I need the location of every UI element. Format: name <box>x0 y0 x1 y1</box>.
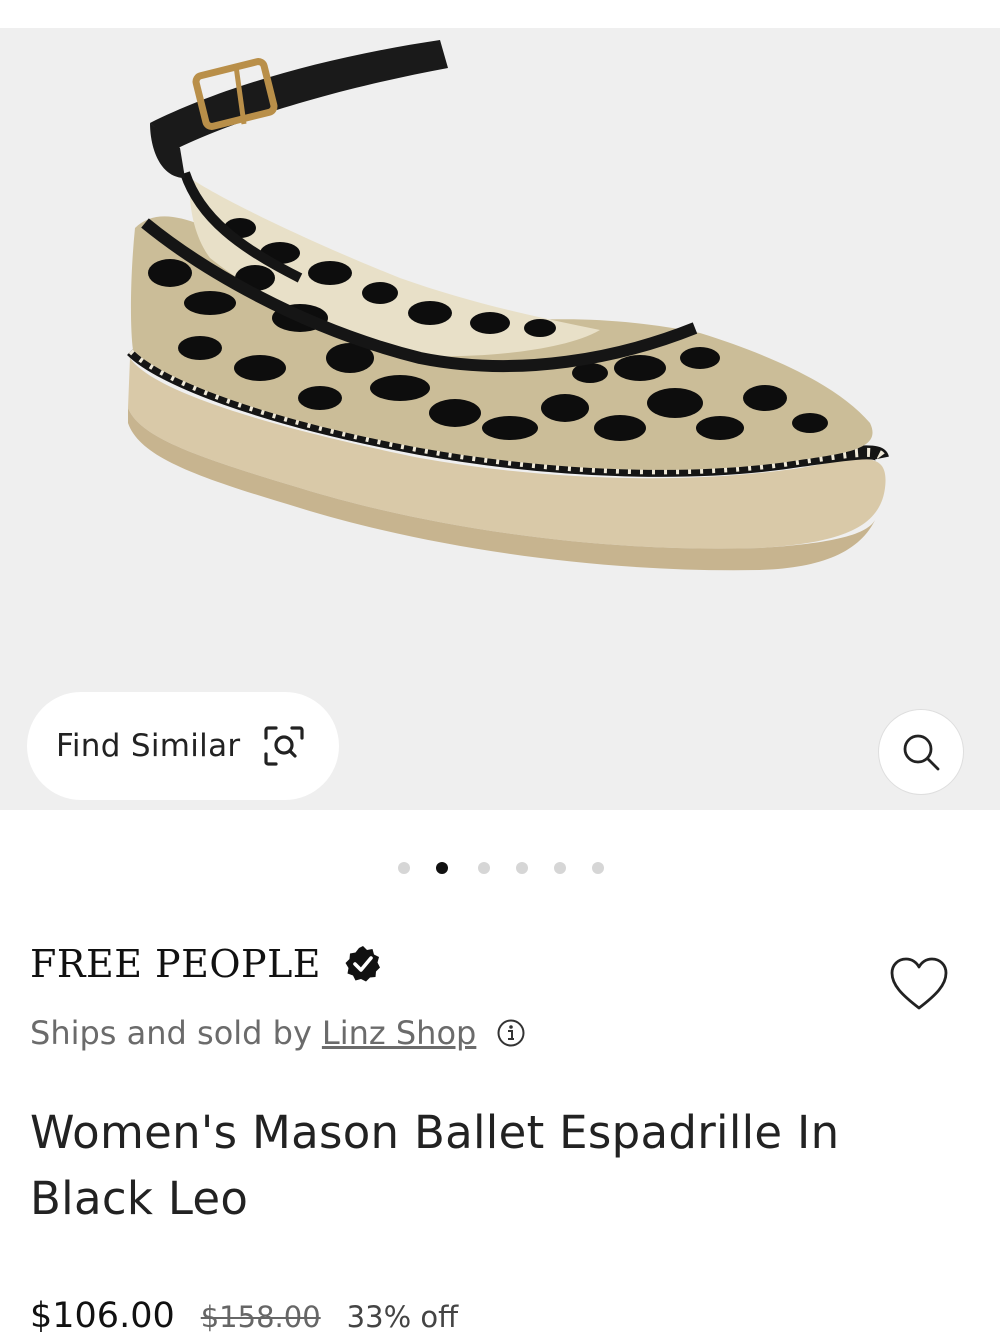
brand-name[interactable]: FREE PEOPLE <box>30 942 321 986</box>
magnifier-icon <box>903 734 940 771</box>
seller-prefix: Ships and sold by <box>30 1014 312 1052</box>
gallery-dot-3[interactable] <box>478 862 490 874</box>
gallery-dot-6[interactable] <box>592 862 604 874</box>
current-price: $106.00 <box>30 1296 175 1336</box>
find-similar-button[interactable]: Find Similar <box>27 692 339 800</box>
gallery-dot-2[interactable] <box>436 862 448 874</box>
wishlist-heart-icon[interactable] <box>888 954 950 1016</box>
gallery-pagination <box>0 860 1000 876</box>
product-title: Women's Mason Ballet Espadrille In Black… <box>30 1106 840 1225</box>
discount-badge: 33% off <box>346 1300 459 1334</box>
verified-check-icon <box>345 946 381 982</box>
find-similar-label: Find Similar <box>56 728 241 764</box>
seller-shop-link[interactable]: Linz Shop <box>322 1014 476 1052</box>
gallery-dot-5[interactable] <box>554 862 566 874</box>
visual-search-icon <box>264 726 305 766</box>
brand-row: FREE PEOPLE <box>30 942 383 986</box>
gallery-dot-1[interactable] <box>398 862 410 874</box>
price-row: $106.00 $158.00 33% off <box>30 1296 458 1336</box>
product-image-gallery[interactable]: Find Similar <box>0 28 1000 810</box>
original-price: $158.00 <box>200 1300 321 1334</box>
info-icon[interactable] <box>496 1018 526 1048</box>
seller-line: Ships and sold by Linz Shop <box>30 1014 526 1052</box>
zoom-button[interactable] <box>878 709 964 795</box>
top-strip <box>0 0 1000 28</box>
gallery-dot-4[interactable] <box>516 862 528 874</box>
